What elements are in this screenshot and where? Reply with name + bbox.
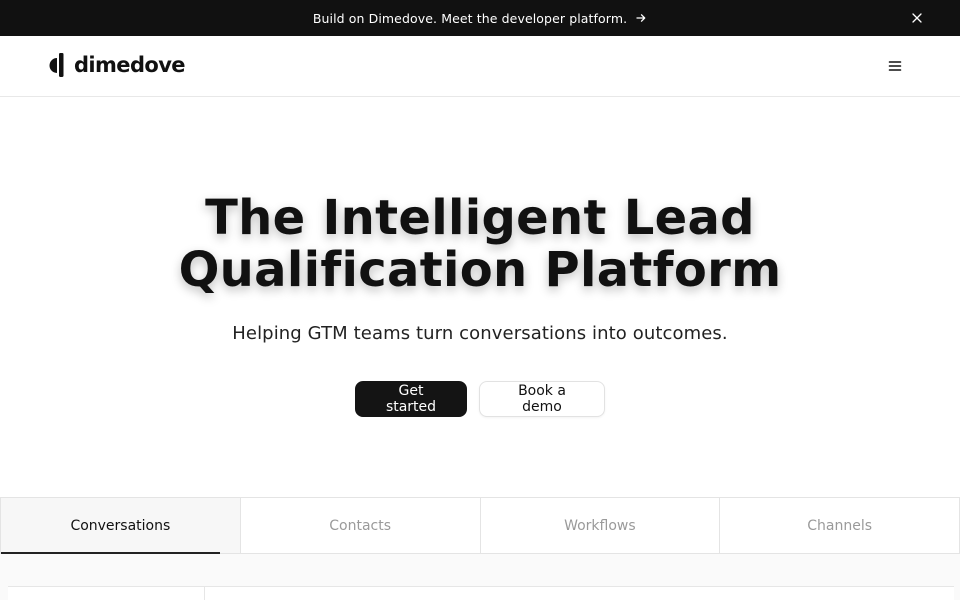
hero-section: The Intelligent Lead Qualification Platf… — [0, 97, 960, 497]
tab-workflows[interactable]: Workflows — [480, 498, 721, 553]
brand-name: dimedove — [74, 53, 186, 77]
announcement-link[interactable]: Build on Dimedove. Meet the developer pl… — [313, 11, 647, 26]
tab-conversations[interactable]: Conversations — [0, 498, 241, 554]
get-started-button[interactable]: Get started — [355, 381, 467, 417]
preview-column-divider — [204, 586, 205, 600]
tab-contacts[interactable]: Contacts — [240, 498, 481, 553]
book-demo-button[interactable]: Book a demo — [479, 381, 605, 417]
hero-title: The Intelligent Lead Qualification Platf… — [0, 192, 960, 296]
preview-frame — [8, 586, 954, 600]
announcement-text: Build on Dimedove. Meet the developer pl… — [312, 10, 628, 26]
top-navigation: dimedove — [0, 36, 960, 97]
product-preview — [0, 554, 960, 600]
preview-sidebar-icon — [10, 595, 26, 600]
tab-channels[interactable]: Channels — [720, 498, 960, 553]
announcement-bar: Build on Dimedove. Meet the developer pl… — [0, 0, 960, 36]
product-tabs: Conversations Contacts Workflows Channel… — [0, 497, 960, 554]
close-icon[interactable] — [910, 11, 924, 25]
hero-title-line-1: The Intelligent Lead — [205, 190, 755, 246]
hero-subtitle: Helping GTM teams turn conversations int… — [232, 323, 728, 344]
arrow-right-icon — [635, 12, 647, 24]
hero-title-line-2: Qualification Platform — [178, 242, 782, 298]
hamburger-menu-icon[interactable] — [888, 59, 902, 73]
hero-cta-group: Get started Book a demo — [0, 381, 960, 417]
dimedove-logo-icon — [48, 52, 68, 78]
brand-logo[interactable]: dimedove — [48, 52, 186, 78]
